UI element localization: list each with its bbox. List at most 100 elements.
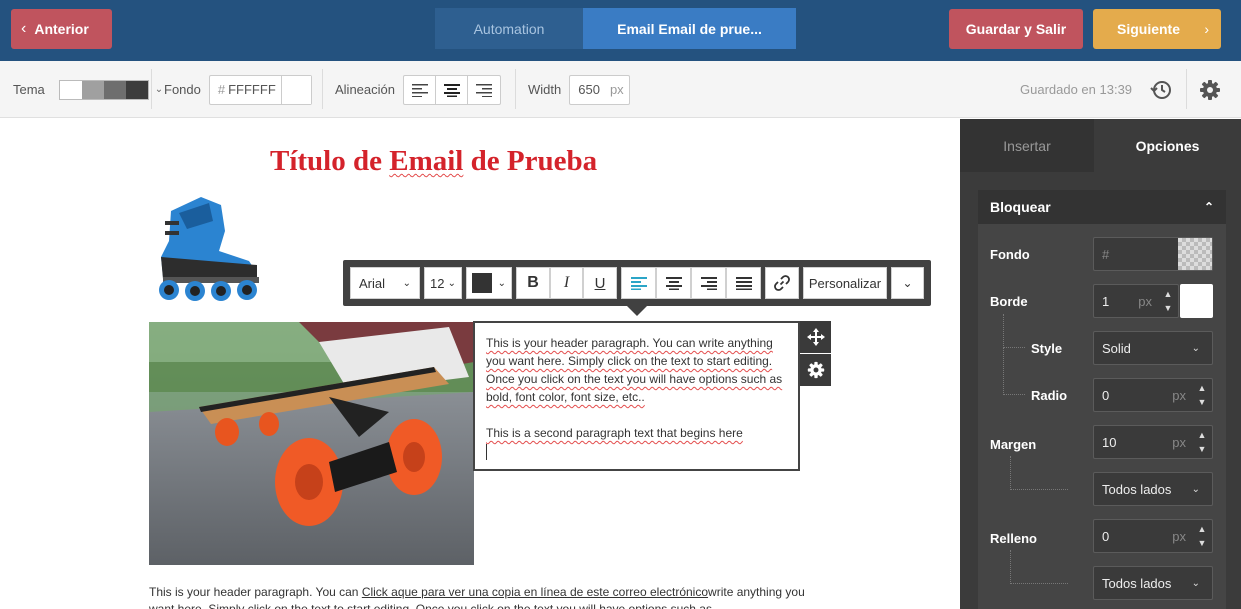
padding-sides-value: Todos lados	[1102, 575, 1172, 591]
saved-status-text: Guardado en 13:39	[1020, 82, 1133, 97]
history-button[interactable]	[1150, 61, 1172, 118]
tab-options[interactable]: Opciones	[1094, 119, 1241, 172]
personalize-button[interactable]: Personalizar	[803, 267, 887, 299]
chevron-down-icon: ⌄	[497, 277, 506, 289]
border-radius-stepper[interactable]: ▲ ▼	[1192, 379, 1212, 411]
border-style-value: Solid	[1102, 340, 1131, 356]
text-block-paragraph[interactable]: This is your header paragraph. You can w…	[486, 334, 787, 406]
chevron-down-icon: ▼	[1197, 444, 1207, 454]
previous-button[interactable]: ‹ Anterior	[11, 9, 112, 49]
font-color-swatch	[472, 273, 492, 293]
font-family-select[interactable]: Arial ⌄	[350, 267, 420, 299]
step-automation[interactable]: Automation	[435, 8, 583, 49]
email-title[interactable]: Título de Email de Prueba	[270, 145, 597, 178]
hash-prefix: #	[217, 82, 226, 97]
tree-connector	[1003, 314, 1025, 348]
border-radius-value: 0	[1102, 387, 1110, 403]
padding-input[interactable]: 0 px ▲ ▼	[1093, 519, 1213, 553]
background-control: Fondo # FFFFFF	[164, 61, 312, 118]
personalize-label: Personalizar	[808, 275, 882, 291]
move-block-button[interactable]	[800, 321, 831, 353]
margin-sides-select[interactable]: Todos lados ⌄	[1093, 472, 1213, 506]
next-button-label: Siguiente	[1117, 21, 1181, 37]
padding-sides-select[interactable]: Todos lados ⌄	[1093, 566, 1213, 600]
chevron-down-icon: ⌄	[1191, 483, 1200, 495]
text-align-left-button[interactable]	[621, 267, 656, 299]
chevron-down-icon: ▼	[1197, 538, 1207, 548]
tree-connector	[1003, 348, 1025, 395]
underline-button[interactable]: U	[583, 267, 617, 299]
move-icon	[806, 328, 825, 346]
alignment-label: Alineación	[335, 82, 395, 97]
insert-link-button[interactable]	[765, 267, 799, 299]
gear-icon	[807, 361, 824, 379]
previous-button-label: Anterior	[34, 21, 89, 37]
font-size-select[interactable]: 12 ⌄	[424, 267, 462, 299]
block-settings-button[interactable]	[800, 354, 831, 386]
longboard-photo[interactable]	[149, 322, 474, 565]
chevron-up-icon: ▲	[1197, 383, 1207, 393]
border-style-select[interactable]: Solid ⌄	[1093, 331, 1213, 365]
text-block-paragraph[interactable]: This is a second paragraph text that beg…	[486, 424, 787, 442]
width-input[interactable]: 650 px	[569, 74, 631, 105]
saved-status: Guardado en 13:39	[1020, 61, 1132, 118]
save-and-exit-button[interactable]: Guardar y Salir	[949, 9, 1083, 49]
step-email[interactable]: Email Email de prue...	[583, 8, 796, 49]
tab-insert[interactable]: Insertar	[960, 119, 1094, 172]
theme-control: Tema ⌄	[13, 61, 163, 118]
next-button[interactable]: Siguiente ›	[1093, 9, 1221, 49]
chevron-up-icon: ▲	[1163, 289, 1173, 299]
border-width-value: 1	[1102, 293, 1110, 309]
background-color-swatch[interactable]	[280, 75, 311, 104]
tree-connector	[1010, 456, 1068, 490]
view-online-link[interactable]: Click aque para ver una copia en línea d…	[362, 585, 708, 599]
link-icon	[774, 275, 790, 291]
align-left-button[interactable]	[404, 75, 436, 104]
width-value: 650	[578, 82, 600, 97]
text-align-right-button[interactable]	[691, 267, 726, 299]
theme-swatch	[81, 80, 104, 99]
text-align-center-button[interactable]	[656, 267, 691, 299]
text-justify-button[interactable]	[726, 267, 761, 299]
settings-button[interactable]	[1199, 61, 1221, 118]
bold-button[interactable]: B	[516, 267, 550, 299]
divider	[515, 69, 516, 109]
border-color-swatch[interactable]	[1180, 284, 1213, 318]
bold-icon: B	[527, 274, 539, 291]
font-color-select[interactable]: ⌄	[466, 267, 512, 299]
border-radius-label: Radio	[1031, 388, 1068, 403]
align-right-button[interactable]	[468, 76, 500, 104]
text-cursor	[486, 444, 487, 460]
save-and-exit-label: Guardar y Salir	[965, 21, 1067, 37]
block-section: Bloquear ⌃ Fondo # Borde 1 px ▲ ▼ Style S…	[978, 190, 1226, 609]
align-center-button[interactable]	[436, 75, 468, 104]
margin-stepper[interactable]: ▲ ▼	[1192, 426, 1212, 458]
footer-paragraph[interactable]: This is your header paragraph. You can C…	[149, 584, 809, 609]
block-bg-input[interactable]: #	[1093, 237, 1213, 271]
alignment-control: Alineación	[335, 61, 501, 118]
border-radius-input[interactable]: 0 px ▲ ▼	[1093, 378, 1213, 412]
inline-skate-image[interactable]	[149, 191, 269, 303]
wizard-steps: Automation Email Email de prue...	[435, 8, 796, 49]
more-options-button[interactable]: ⌄	[891, 267, 924, 299]
theme-swatches[interactable]	[58, 79, 149, 100]
gear-icon	[1200, 79, 1220, 100]
background-color-input[interactable]: # FFFFFF	[208, 74, 312, 105]
border-width-stepper[interactable]: ▲ ▼	[1158, 285, 1178, 317]
tab-insert-label: Insertar	[1003, 137, 1051, 154]
width-unit: px	[609, 82, 624, 97]
align-right-icon	[476, 83, 492, 97]
padding-stepper[interactable]: ▲ ▼	[1192, 520, 1212, 552]
block-section-header[interactable]: Bloquear ⌃	[978, 190, 1226, 224]
italic-button[interactable]: I	[550, 267, 583, 299]
text-block-editing[interactable]: This is your header paragraph. You can w…	[473, 321, 800, 471]
chevron-left-icon: ‹	[21, 20, 27, 37]
margin-input[interactable]: 10 px ▲ ▼	[1093, 425, 1213, 459]
theme-swatch	[103, 80, 126, 99]
block-bg-label: Fondo	[990, 247, 1030, 262]
chevron-up-icon: ▲	[1197, 430, 1207, 440]
border-width-input[interactable]: 1 px ▲ ▼	[1093, 284, 1179, 318]
chevron-down-icon[interactable]: ⌄	[155, 84, 163, 95]
margin-unit: px	[1172, 434, 1186, 450]
block-bg-swatch[interactable]	[1178, 238, 1212, 270]
